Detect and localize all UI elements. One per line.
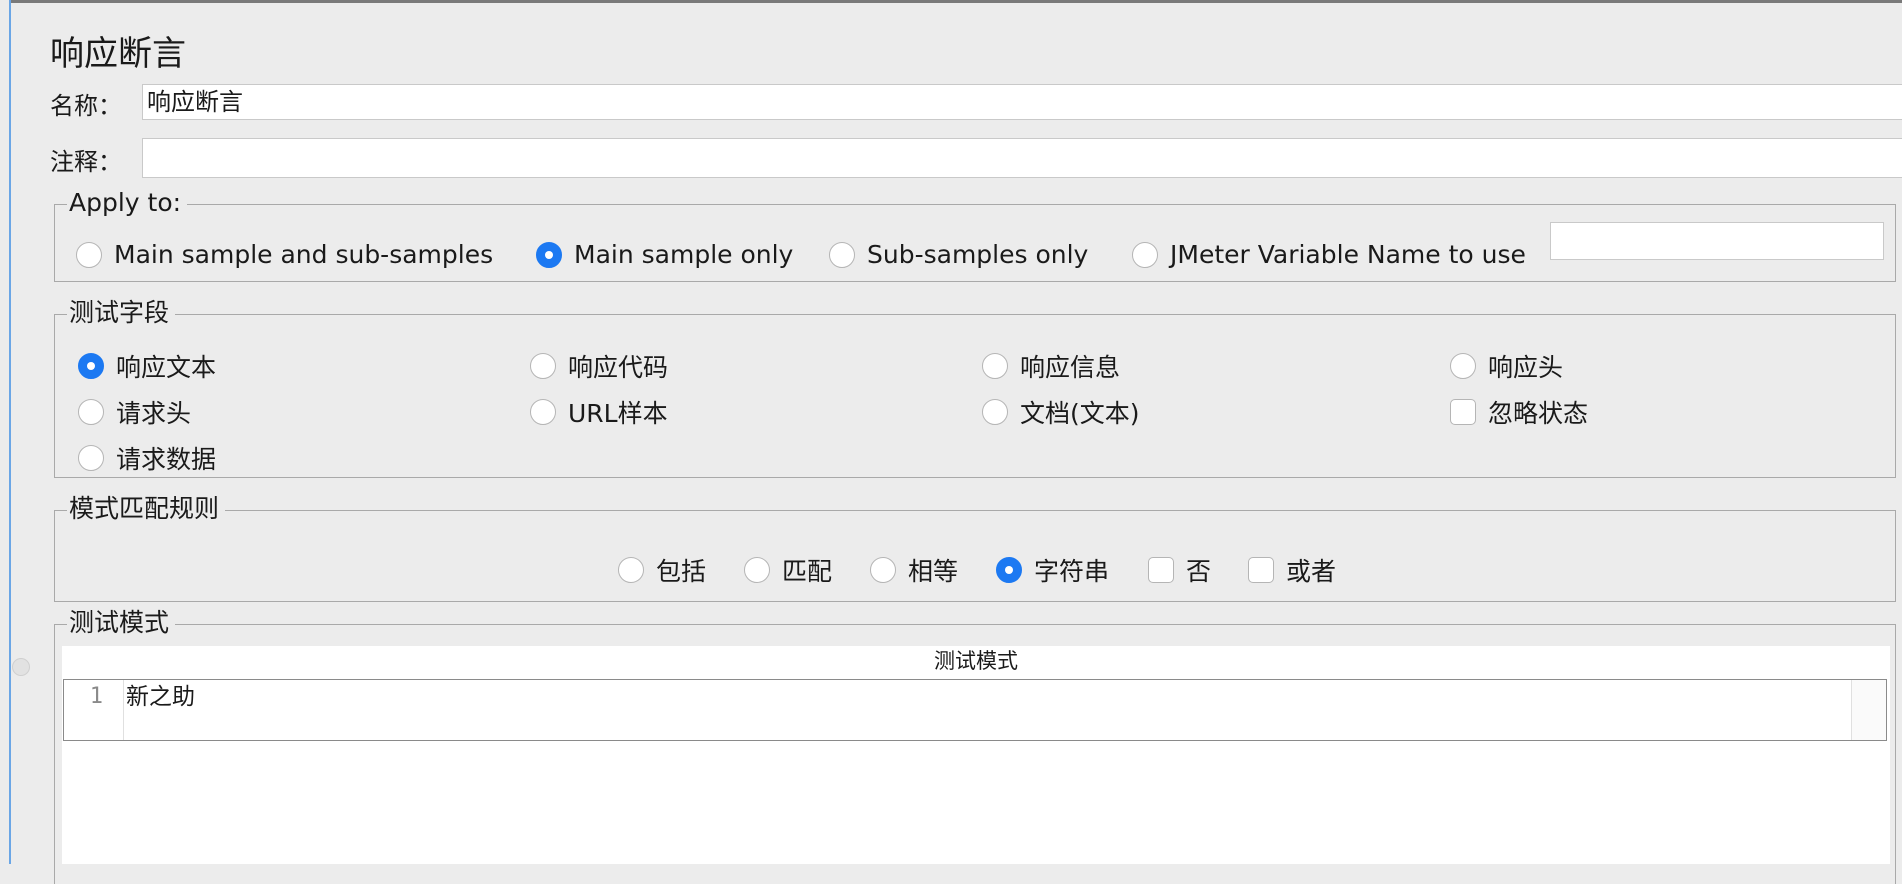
rule-substring-label: 字符串 <box>1034 557 1110 586</box>
field-document-text-label: 文档(文本) <box>1020 399 1140 428</box>
test-patterns-column-header[interactable]: 测试模式 <box>62 646 1890 678</box>
pattern-text[interactable]: 新之助 <box>126 680 195 714</box>
field-url-sample-label: URL样本 <box>568 399 668 428</box>
name-label: 名称： <box>50 92 122 120</box>
apply-main-and-sub-label: Main sample and sub-samples <box>114 240 494 269</box>
apply-jmeter-variable-radio[interactable] <box>1132 241 1158 268</box>
rule-equals-label: 相等 <box>908 557 959 586</box>
test-patterns-legend: 测试模式 <box>67 608 176 638</box>
apply-main-only-option[interactable]: Main sample only <box>536 240 793 269</box>
splitter-handle[interactable] <box>12 658 30 676</box>
left-tree-edge <box>0 0 11 864</box>
jmeter-variable-name-field[interactable] <box>1550 222 1884 260</box>
field-request-data-option[interactable]: 请求数据 <box>78 440 216 476</box>
field-request-headers-option[interactable]: 请求头 <box>78 394 191 430</box>
field-request-data-radio[interactable] <box>78 445 104 471</box>
field-ignore-status-option[interactable]: 忽略状态 <box>1450 394 1588 430</box>
field-document-text-option[interactable]: 文档(文本) <box>982 394 1140 430</box>
line-number: 1 <box>64 680 124 740</box>
pattern-editor[interactable]: 1 新之助 <box>63 679 1887 741</box>
apply-main-only-radio[interactable] <box>536 241 562 268</box>
page-title: 响应断言 <box>50 34 186 74</box>
field-response-text-label: 响应文本 <box>116 353 217 382</box>
apply-jmeter-variable-option[interactable]: JMeter Variable Name to use <box>1132 240 1526 269</box>
rule-matches-option[interactable]: 匹配 <box>744 552 832 588</box>
field-response-code-option[interactable]: 响应代码 <box>530 348 668 384</box>
editor-scrollbar[interactable] <box>1851 680 1886 740</box>
name-field[interactable]: 响应断言 <box>142 84 1902 120</box>
rule-substring-radio[interactable] <box>996 557 1022 583</box>
apply-sub-only-radio[interactable] <box>829 241 855 268</box>
field-ignore-status-checkbox[interactable] <box>1450 399 1476 425</box>
comment-field[interactable] <box>142 138 1902 178</box>
field-response-message-option[interactable]: 响应信息 <box>982 348 1120 384</box>
apply-main-and-sub-option[interactable]: Main sample and sub-samples <box>76 240 493 269</box>
rule-matches-label: 匹配 <box>782 557 833 586</box>
apply-main-only-label: Main sample only <box>574 240 794 269</box>
rule-or-label: 或者 <box>1286 557 1337 586</box>
apply-main-and-sub-radio[interactable] <box>76 241 102 268</box>
field-request-data-label: 请求数据 <box>116 445 217 474</box>
rule-matches-radio[interactable] <box>744 557 770 583</box>
apply-sub-only-option[interactable]: Sub-samples only <box>829 240 1088 269</box>
pattern-rules-legend: 模式匹配规则 <box>67 494 226 524</box>
rule-contains-radio[interactable] <box>618 557 644 583</box>
rule-equals-option[interactable]: 相等 <box>870 552 958 588</box>
field-request-headers-radio[interactable] <box>78 399 104 425</box>
field-response-headers-label: 响应头 <box>1488 353 1564 382</box>
field-ignore-status-label: 忽略状态 <box>1488 399 1589 428</box>
test-field-legend: 测试字段 <box>67 298 176 328</box>
field-document-text-radio[interactable] <box>982 399 1008 425</box>
comment-label: 注释： <box>50 148 122 176</box>
test-patterns-table[interactable]: 测试模式 1 新之助 <box>62 646 1890 864</box>
field-request-headers-label: 请求头 <box>116 399 192 428</box>
apply-jmeter-variable-label: JMeter Variable Name to use <box>1170 240 1526 269</box>
window-top-border <box>0 0 1902 3</box>
rule-contains-option[interactable]: 包括 <box>618 552 706 588</box>
rule-contains-label: 包括 <box>656 557 707 586</box>
apply-sub-only-label: Sub-samples only <box>867 240 1089 269</box>
field-response-headers-option[interactable]: 响应头 <box>1450 348 1563 384</box>
rule-equals-radio[interactable] <box>870 557 896 583</box>
field-response-code-radio[interactable] <box>530 353 556 379</box>
rule-substring-option[interactable]: 字符串 <box>996 552 1109 588</box>
rule-or-checkbox[interactable] <box>1248 557 1274 583</box>
rule-not-option[interactable]: 否 <box>1148 552 1211 588</box>
rule-or-option[interactable]: 或者 <box>1248 552 1336 588</box>
rule-not-label: 否 <box>1186 557 1212 586</box>
field-response-code-label: 响应代码 <box>568 353 669 382</box>
field-response-text-option[interactable]: 响应文本 <box>78 348 216 384</box>
field-url-sample-radio[interactable] <box>530 399 556 425</box>
apply-to-legend: Apply to: <box>67 188 188 218</box>
pattern-rules-group: 模式匹配规则 <box>54 494 1896 602</box>
rule-not-checkbox[interactable] <box>1148 557 1174 583</box>
field-response-text-radio[interactable] <box>78 353 104 379</box>
test-field-group: 测试字段 <box>54 298 1896 478</box>
field-response-headers-radio[interactable] <box>1450 353 1476 379</box>
field-response-message-label: 响应信息 <box>1020 353 1121 382</box>
field-url-sample-option[interactable]: URL样本 <box>530 394 668 430</box>
field-response-message-radio[interactable] <box>982 353 1008 379</box>
